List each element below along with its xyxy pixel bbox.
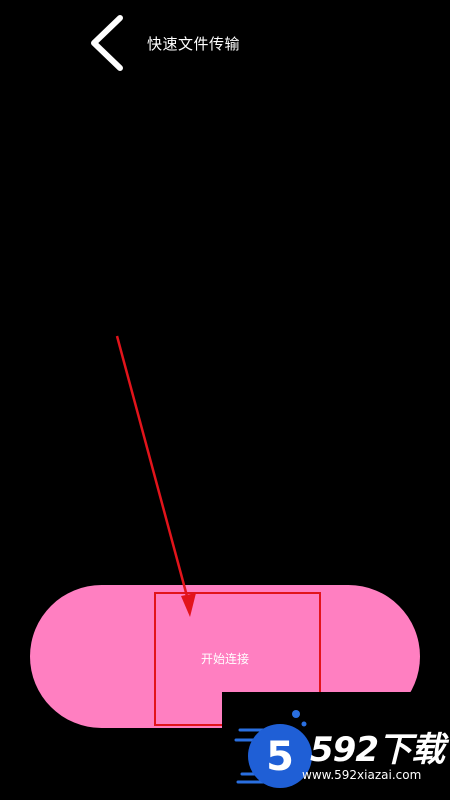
watermark: 5 592下载 www.592xiazai.com — [222, 692, 450, 800]
back-button[interactable] — [82, 12, 132, 74]
chevron-left-icon — [91, 15, 123, 71]
watermark-logo-text: 5 — [266, 734, 294, 780]
watermark-brand: 592下载 — [310, 730, 445, 770]
page-title: 快速文件传输 — [147, 35, 241, 53]
screen: 快速文件传输 开始连接 5 592下载 www.592xiazai.com — [0, 0, 450, 800]
watermark-url: www.592xiazai.com — [302, 768, 422, 782]
annotation-arrow-line — [115, 335, 190, 601]
